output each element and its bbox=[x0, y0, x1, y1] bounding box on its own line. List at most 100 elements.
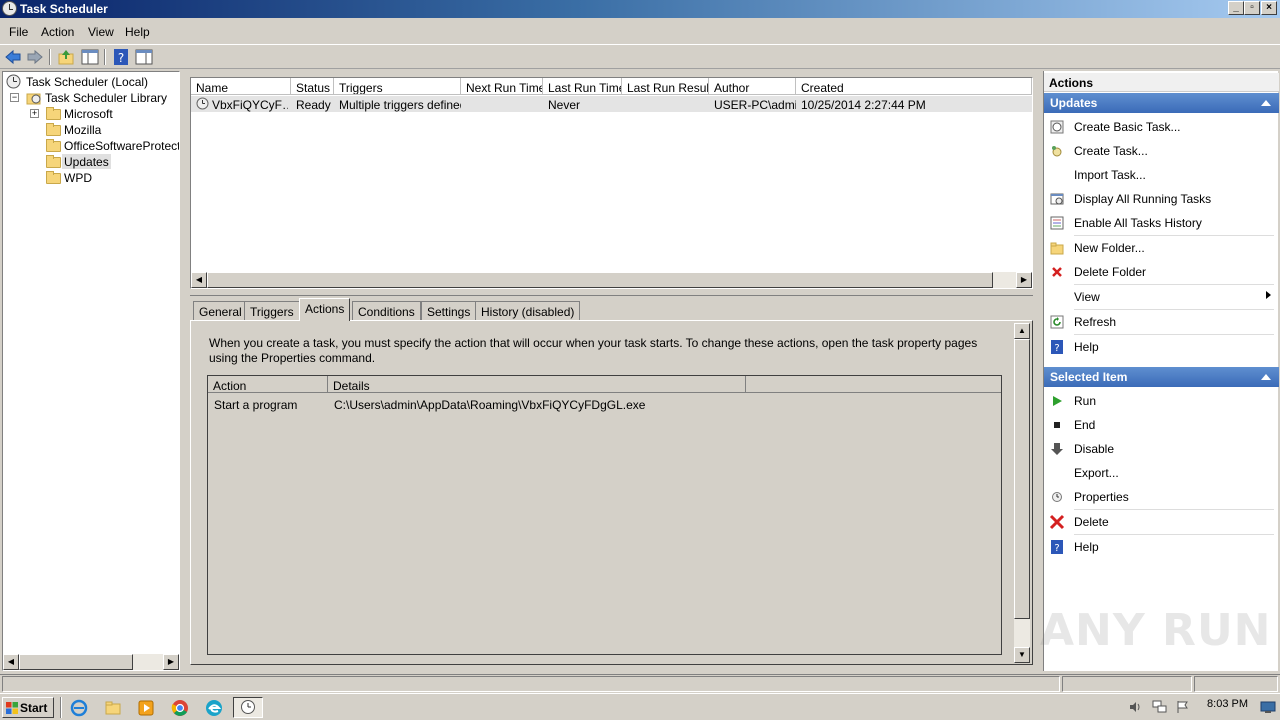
action-create-task[interactable]: Create Task... bbox=[1044, 140, 1279, 162]
detail-vertical-scrollbar[interactable]: ▲ ▼ bbox=[1014, 323, 1030, 663]
tab-history[interactable]: History (disabled) bbox=[475, 301, 581, 321]
clock-time[interactable]: 8:03 PM bbox=[1207, 698, 1248, 710]
show-hide-action-pane-icon[interactable] bbox=[135, 48, 153, 66]
start-label: Start bbox=[20, 701, 48, 715]
column-header[interactable]: Created bbox=[796, 78, 1032, 95]
action-run[interactable]: Run bbox=[1044, 390, 1279, 412]
volume-icon[interactable] bbox=[1128, 700, 1142, 714]
close-button[interactable]: × bbox=[1261, 1, 1277, 15]
network-icon[interactable] bbox=[1152, 700, 1168, 714]
scroll-up-button[interactable]: ▲ bbox=[1014, 323, 1030, 339]
tree-folder-wpd[interactable]: WPD bbox=[5, 170, 175, 186]
actions-table: Action Details Start a program C:\Users\… bbox=[207, 375, 1002, 655]
internet-explorer-icon[interactable] bbox=[70, 699, 88, 717]
action-import-task[interactable]: Import Task... bbox=[1044, 164, 1279, 186]
pane-splitter[interactable] bbox=[183, 71, 187, 671]
column-header[interactable]: Author bbox=[709, 78, 796, 95]
collapse-caret-icon[interactable] bbox=[1261, 100, 1271, 106]
expand-icon[interactable]: + bbox=[30, 109, 39, 118]
scroll-thumb[interactable] bbox=[207, 272, 993, 288]
section-header-selected-item[interactable]: Selected Item bbox=[1044, 367, 1279, 387]
menu-action[interactable]: Action bbox=[41, 25, 74, 39]
menu-file[interactable]: File bbox=[9, 25, 28, 39]
help-icon[interactable]: ? bbox=[112, 48, 130, 66]
collapse-caret-icon[interactable] bbox=[1261, 374, 1271, 380]
column-header[interactable]: Name bbox=[191, 78, 291, 95]
tab-conditions[interactable]: Conditions bbox=[352, 301, 421, 321]
action-enable-history[interactable]: Enable All Tasks History bbox=[1044, 212, 1279, 234]
edge-icon[interactable] bbox=[205, 699, 223, 717]
column-header[interactable]: Last Run Time bbox=[543, 78, 622, 95]
column-header[interactable]: Action bbox=[208, 376, 328, 393]
scroll-left-button[interactable]: ◀ bbox=[3, 654, 19, 670]
tab-triggers[interactable]: Triggers bbox=[244, 301, 300, 321]
action-help-selected[interactable]: ? Help bbox=[1044, 536, 1279, 558]
action-refresh[interactable]: Refresh bbox=[1044, 311, 1279, 333]
tree-folder-mozilla[interactable]: Mozilla bbox=[5, 122, 175, 138]
stop-icon bbox=[1054, 422, 1060, 428]
scroll-right-button[interactable]: ▶ bbox=[163, 654, 179, 670]
column-header[interactable]: Status bbox=[291, 78, 334, 95]
show-desktop-icon[interactable] bbox=[1260, 700, 1276, 714]
tree-folder-microsoft[interactable]: + Microsoft bbox=[5, 106, 175, 122]
action-details: C:\Users\admin\AppData\Roaming\VbxFiQYCy… bbox=[334, 398, 646, 412]
action-export[interactable]: Export... bbox=[1044, 462, 1279, 484]
action-view[interactable]: View bbox=[1044, 286, 1279, 308]
action-center-flag-icon[interactable] bbox=[1176, 700, 1190, 714]
action-label: Export... bbox=[1074, 466, 1119, 480]
scroll-down-button[interactable]: ▼ bbox=[1014, 647, 1030, 663]
menu-view[interactable]: View bbox=[88, 25, 114, 39]
column-header[interactable]: Details bbox=[328, 376, 746, 393]
tree-folder-updates[interactable]: Updates bbox=[5, 154, 175, 170]
column-header[interactable]: Next Run Time bbox=[461, 78, 543, 95]
action-end[interactable]: End bbox=[1044, 414, 1279, 436]
actions-pane-title: Actions bbox=[1044, 73, 1279, 92]
tab-actions[interactable]: Actions bbox=[299, 298, 351, 321]
back-arrow-icon[interactable] bbox=[4, 48, 22, 66]
scroll-right-button[interactable]: ▶ bbox=[1016, 272, 1032, 288]
forward-arrow-icon[interactable] bbox=[26, 48, 44, 66]
minimize-button[interactable]: _ bbox=[1228, 1, 1244, 15]
section-header-updates[interactable]: Updates bbox=[1044, 93, 1279, 113]
tree-horizontal-scrollbar[interactable]: ◀ ▶ bbox=[3, 654, 179, 670]
scroll-thumb[interactable] bbox=[19, 654, 133, 670]
media-player-icon[interactable] bbox=[137, 699, 155, 717]
action-new-folder[interactable]: New Folder... bbox=[1044, 237, 1279, 259]
show-hide-console-tree-icon[interactable] bbox=[81, 48, 99, 66]
action-display-running-tasks[interactable]: Display All Running Tasks bbox=[1044, 188, 1279, 210]
tab-settings[interactable]: Settings bbox=[421, 301, 477, 321]
detail-tabs: General Triggers Actions Conditions Sett… bbox=[190, 298, 1033, 321]
action-properties[interactable]: Properties bbox=[1044, 486, 1279, 508]
folder-icon bbox=[46, 123, 61, 136]
task-list-horizontal-scrollbar[interactable]: ◀ ▶ bbox=[191, 272, 1032, 288]
start-button[interactable]: Start bbox=[2, 697, 54, 718]
action-delete[interactable]: Delete bbox=[1044, 511, 1279, 533]
task-last-run: Never bbox=[548, 98, 581, 112]
scroll-left-button[interactable]: ◀ bbox=[191, 272, 207, 288]
section-title: Selected Item bbox=[1050, 370, 1128, 384]
action-help[interactable]: ? Help bbox=[1044, 336, 1279, 358]
action-disable[interactable]: Disable bbox=[1044, 438, 1279, 460]
maximize-button[interactable]: ▫ bbox=[1244, 1, 1260, 15]
tree-folder-officesoftwareprotection[interactable]: OfficeSoftwareProtectio bbox=[5, 138, 179, 154]
help-icon: ? bbox=[1051, 540, 1063, 554]
task-scheduler-taskbar-button[interactable] bbox=[233, 697, 263, 718]
tab-general[interactable]: General bbox=[193, 301, 248, 321]
chrome-icon[interactable] bbox=[171, 699, 189, 717]
horizontal-splitter[interactable] bbox=[190, 290, 1033, 296]
column-header[interactable]: Last Run Result bbox=[622, 78, 709, 95]
menu-bar: File Action View Help bbox=[0, 22, 1280, 42]
file-explorer-icon[interactable] bbox=[104, 699, 122, 717]
column-header[interactable]: Triggers bbox=[334, 78, 461, 95]
menu-help[interactable]: Help bbox=[125, 25, 150, 39]
tree-library[interactable]: − Task Scheduler Library bbox=[5, 90, 175, 106]
collapse-icon[interactable]: − bbox=[10, 93, 19, 102]
action-create-basic-task[interactable]: Create Basic Task... bbox=[1044, 116, 1279, 138]
scroll-thumb[interactable] bbox=[1014, 339, 1030, 619]
help-icon: ? bbox=[1051, 340, 1063, 354]
folder-icon bbox=[46, 139, 61, 152]
divider bbox=[1074, 334, 1274, 335]
task-created: 10/25/2014 2:27:44 PM bbox=[801, 98, 926, 112]
up-folder-icon[interactable] bbox=[57, 48, 75, 66]
action-delete-folder[interactable]: Delete Folder bbox=[1044, 261, 1279, 283]
